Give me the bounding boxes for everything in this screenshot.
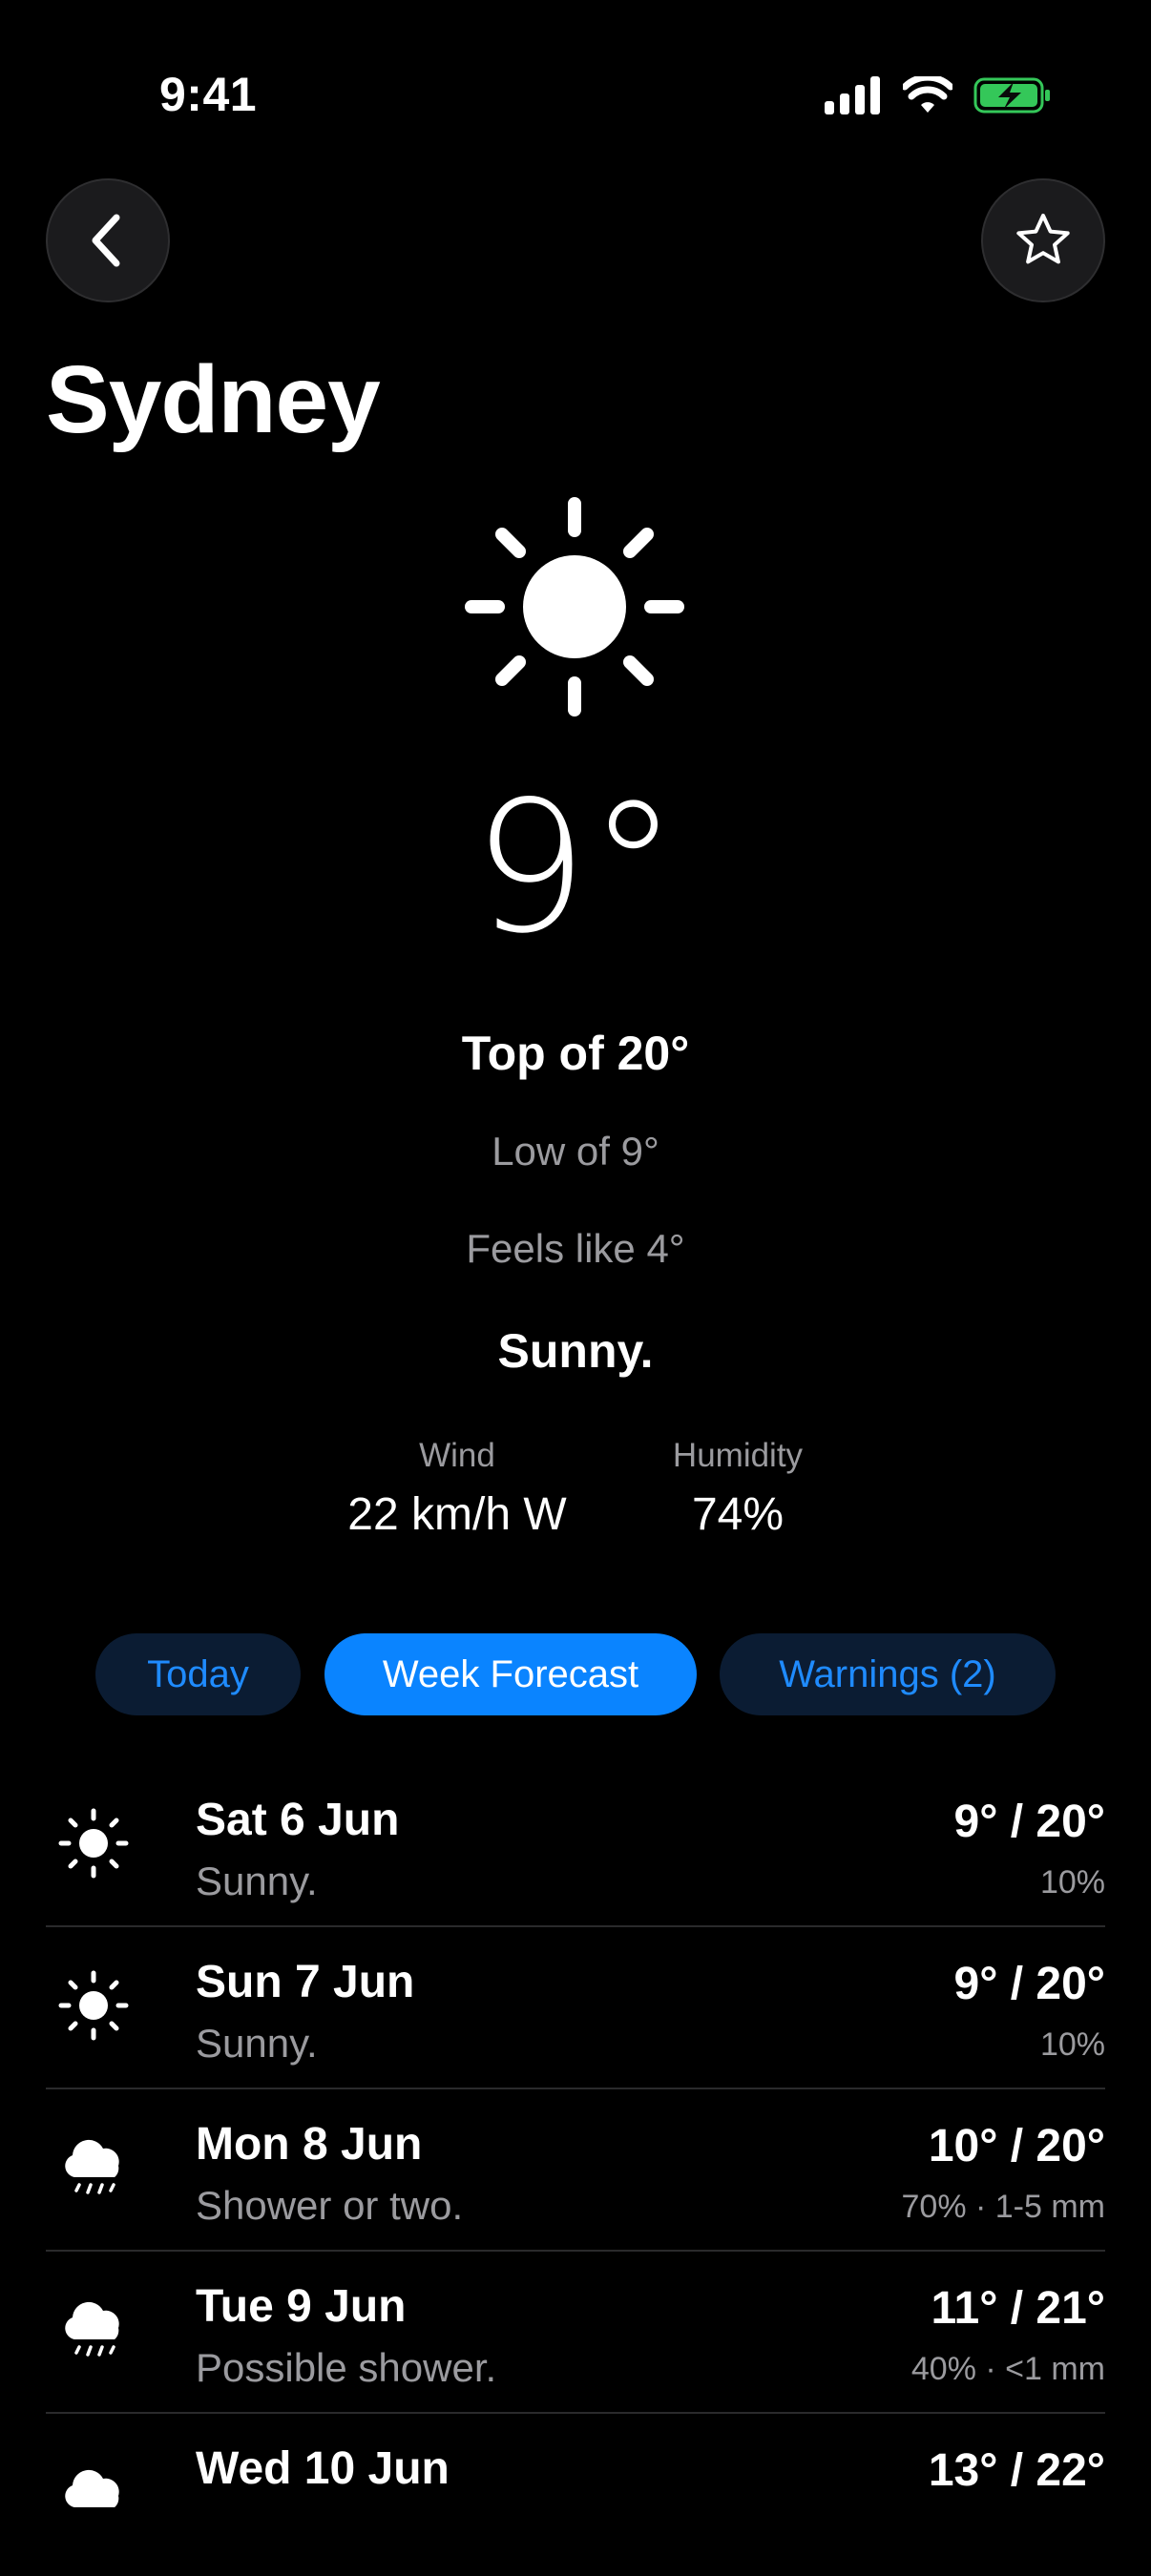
temperature-low: Low of 9° xyxy=(492,1129,659,1174)
humidity-metric: Humidity 74% xyxy=(659,1437,817,1541)
forecast-temp-range: 10° / 20° xyxy=(928,2121,1105,2171)
forecast-description: Shower or two. xyxy=(196,2183,464,2228)
tab-today[interactable]: Today xyxy=(95,1633,301,1715)
status-time: 9:41 xyxy=(159,68,258,121)
forecast-temp-range: 9° / 20° xyxy=(953,1797,1105,1847)
forecast-rain: 70% · 1-5 mm xyxy=(901,2189,1106,2225)
favorite-button[interactable] xyxy=(981,178,1105,302)
humidity-label: Humidity xyxy=(672,1437,804,1474)
humidity-value: 74% xyxy=(691,1489,785,1540)
cellular-signal-icon xyxy=(825,76,880,114)
forecast-row[interactable]: Tue 9 Jun Possible shower. 11° / 21° 40%… xyxy=(46,2252,1105,2414)
sun-icon xyxy=(58,1808,129,1879)
current-temperature: 9° xyxy=(472,762,679,973)
feels-like: Feels like 4° xyxy=(466,1226,685,1271)
star-icon xyxy=(1016,214,1070,264)
forecast-temp-range: 9° / 20° xyxy=(953,1959,1105,2009)
rain-cloud-icon xyxy=(65,2139,119,2194)
forecast-description: Sunny. xyxy=(196,1859,318,1903)
forecast-day: Tue 9 Jun xyxy=(196,2281,407,2332)
forecast-temp-range: 11° / 21° xyxy=(931,2283,1105,2334)
city-title: Sydney xyxy=(46,346,381,453)
sun-icon xyxy=(58,1970,129,2041)
back-button[interactable] xyxy=(46,178,170,302)
wind-label: Wind xyxy=(419,1437,495,1474)
wind-value: 22 km/h W xyxy=(347,1489,567,1540)
wifi-icon xyxy=(903,76,952,113)
forecast-description: Possible shower. xyxy=(196,2345,497,2390)
chevron-left-icon xyxy=(92,214,120,267)
forecast-day: Sat 6 Jun xyxy=(196,1795,400,1845)
forecast-rain: 10% xyxy=(1039,1864,1105,1901)
cloud-icon xyxy=(65,2469,119,2507)
tab-week-forecast[interactable]: Week Forecast xyxy=(324,1633,697,1715)
forecast-day: Sun 7 Jun xyxy=(196,1957,415,2007)
forecast-rain: 40% · <1 mm xyxy=(910,2351,1105,2387)
condition-text: Sunny. xyxy=(497,1324,654,1378)
forecast-row[interactable]: Sat 6 Jun Sunny. 9° / 20° 10% xyxy=(46,1765,1105,1927)
forecast-row[interactable]: Mon 8 Jun Shower or two. 10° / 20° 70% ·… xyxy=(46,2089,1105,2252)
forecast-row[interactable]: Sun 7 Jun Sunny. 9° / 20° 10% xyxy=(46,1927,1105,2089)
forecast-description: Sunny. xyxy=(196,2021,318,2066)
status-icons xyxy=(825,67,1052,124)
forecast-rain: 10% xyxy=(1039,2026,1105,2063)
forecast-temp-range: 13° / 22° xyxy=(928,2445,1105,2496)
forecast-day: Mon 8 Jun xyxy=(196,2119,423,2170)
forecast-day: Wed 10 Jun xyxy=(196,2443,450,2494)
temperature-high: Top of 20° xyxy=(461,1027,690,1080)
rain-cloud-icon xyxy=(65,2301,119,2357)
wind-metric: Wind 22 km/h W xyxy=(340,1437,575,1541)
tab-warnings[interactable]: Warnings (2) xyxy=(720,1633,1056,1715)
battery-charging-icon xyxy=(973,77,1050,114)
forecast-row[interactable]: Wed 10 Jun 13° / 22° xyxy=(46,2414,1105,2576)
sun-icon xyxy=(465,497,684,717)
